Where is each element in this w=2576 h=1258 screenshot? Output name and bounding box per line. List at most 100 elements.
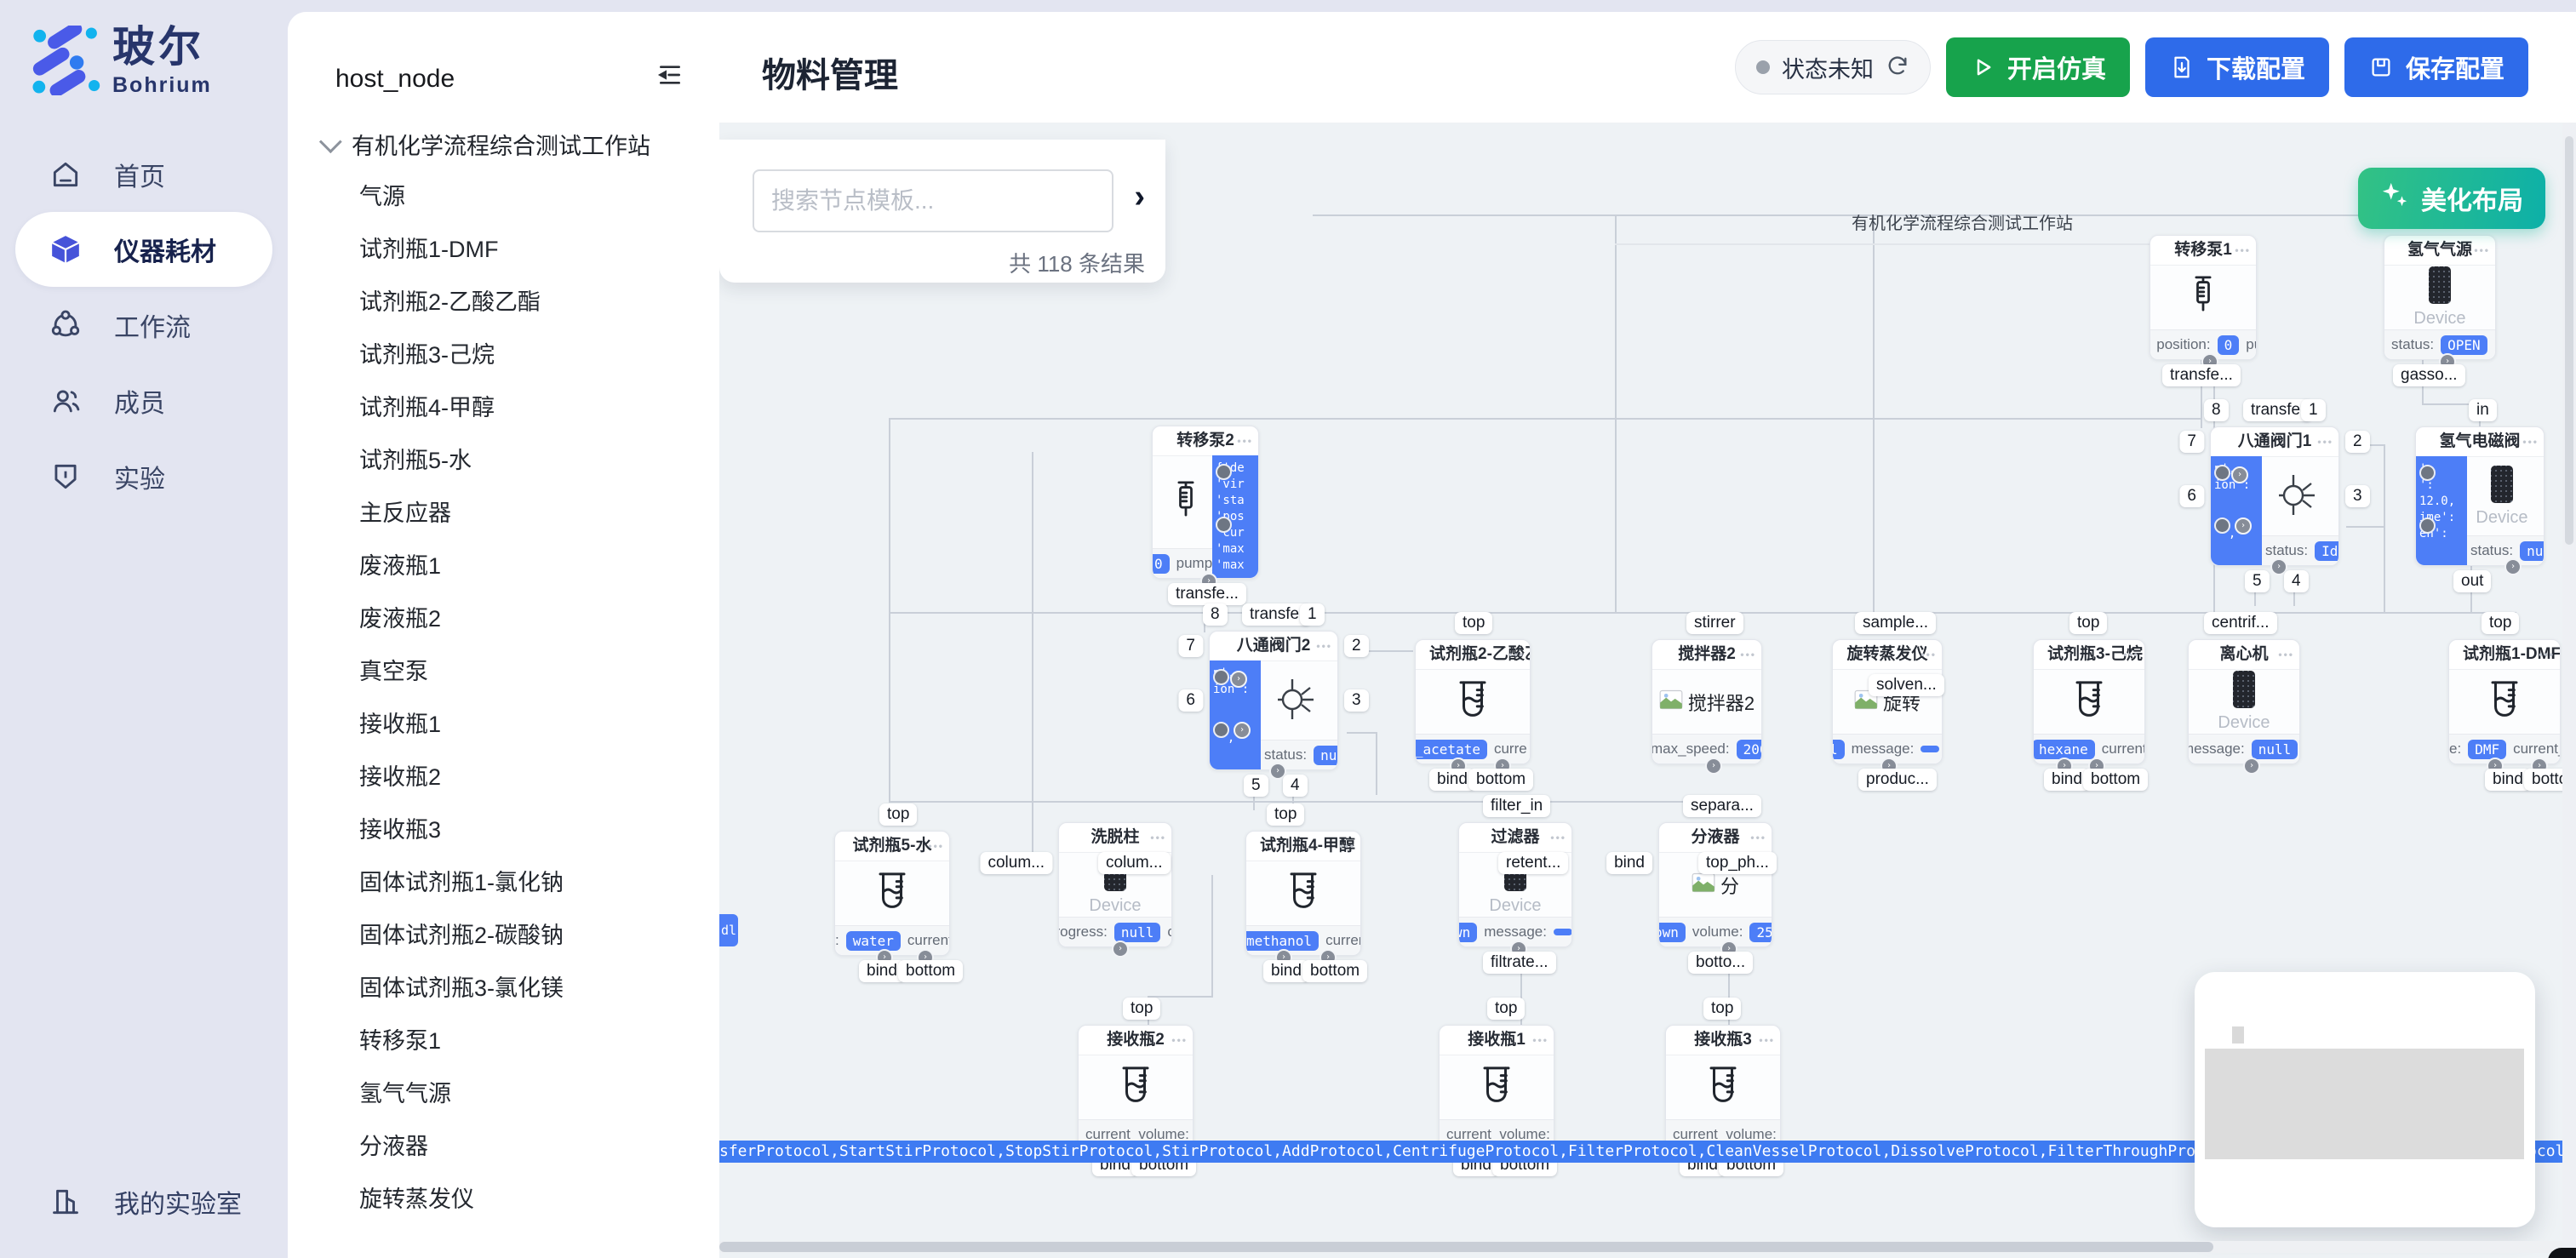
tree-item[interactable]: 主反应器 xyxy=(288,487,719,540)
port-label-1[interactable]: 1 xyxy=(2301,399,2326,421)
tree-root-node[interactable]: 有机化学流程综合测试工作站 xyxy=(320,128,650,161)
node-menu-icon[interactable]: ••• xyxy=(1339,832,1355,861)
sidebar-item-home[interactable]: 首页 xyxy=(0,136,288,212)
panel-handle-icon[interactable] xyxy=(1216,464,1232,480)
port-label-7[interactable]: 7 xyxy=(2179,431,2204,453)
graph-node[interactable]: 离心机•••Devicemessage:nullmacentrif...› xyxy=(2188,639,2300,764)
graph-node[interactable]: 接收瓶3•••current_volume:0topbindbottom›› xyxy=(1665,1025,1781,1150)
node-menu-icon[interactable]: ••• xyxy=(2278,640,2294,669)
port-label-top[interactable]: top xyxy=(1487,998,1525,1020)
tree-item[interactable]: 接收瓶2 xyxy=(288,751,719,803)
panel-handle-icon[interactable] xyxy=(2214,517,2230,534)
port-label-filterin[interactable]: filter_in xyxy=(1483,795,1550,817)
port-label-transfe[interactable]: transfe... xyxy=(2162,364,2241,386)
port-label-8[interactable]: 8 xyxy=(2204,399,2229,421)
tree-item[interactable]: 转移泵1 xyxy=(288,1015,719,1067)
port-label-1[interactable]: 1 xyxy=(1300,603,1325,626)
graph-node[interactable]: 试剂瓶1-DMF•••e:DMFcurrent_voltopbindbottom… xyxy=(2448,639,2561,764)
tree-item[interactable]: 气源 xyxy=(288,170,719,223)
graph-node[interactable]: 搅拌器2•••搅拌器2max_speed:2000stirrer› xyxy=(1652,639,1762,764)
port-handle-icon[interactable]: › xyxy=(1705,758,1722,775)
port-label-top[interactable]: top xyxy=(1267,803,1304,826)
horizontal-scrollbar[interactable] xyxy=(719,1241,2576,1253)
port-label-top[interactable]: top xyxy=(1703,998,1741,1020)
tree-item[interactable]: 固体试剂瓶1-氯化钠 xyxy=(288,856,719,909)
port-label-separa[interactable]: separa... xyxy=(1683,795,1761,817)
minimap[interactable] xyxy=(2195,972,2535,1227)
port-label-bottom[interactable]: bottom xyxy=(1302,960,1367,982)
port-label-produc[interactable]: produc... xyxy=(1858,769,1937,791)
node-menu-icon[interactable]: ••• xyxy=(2474,236,2490,265)
download-config-button[interactable]: 下载配置 xyxy=(2145,37,2329,97)
port-label-top[interactable]: top xyxy=(2482,612,2519,634)
port-label-gasso[interactable]: gasso... xyxy=(2393,364,2465,386)
graph-node[interactable]: 试剂瓶3-己烷•••hexanecurrent_vtopbindbottom›› xyxy=(2033,639,2145,764)
tree-item[interactable]: 废液瓶2 xyxy=(288,592,719,645)
tree-item[interactable]: 接收瓶1 xyxy=(288,698,719,751)
status-badge[interactable]: 状态未知 xyxy=(1735,40,1931,94)
port-handle-icon[interactable]: › xyxy=(1230,671,1247,688)
tree-item[interactable]: 废液瓶1 xyxy=(288,540,719,592)
node-menu-icon[interactable]: ••• xyxy=(1150,823,1166,852)
panel-handle-icon[interactable] xyxy=(1213,669,1229,685)
node-menu-icon[interactable]: ••• xyxy=(1550,823,1566,852)
search-submit-chevron-icon[interactable]: › xyxy=(1134,180,1145,213)
port-label-retent[interactable]: retent... xyxy=(1498,852,1568,874)
tree-item[interactable]: 旋转蒸发仪 xyxy=(288,1173,719,1226)
node-menu-icon[interactable]: ••• xyxy=(1316,632,1332,660)
node-menu-icon[interactable]: ••• xyxy=(2539,640,2555,669)
node-menu-icon[interactable]: ••• xyxy=(1750,823,1766,852)
panel-fold-icon[interactable] xyxy=(656,61,684,89)
save-config-button[interactable]: 保存配置 xyxy=(2344,37,2528,97)
port-label-7[interactable]: 7 xyxy=(1178,635,1203,657)
port-label-bottom[interactable]: bottom xyxy=(1468,769,1533,791)
vertical-scrollbar[interactable] xyxy=(2562,123,2576,1258)
port-handle-icon[interactable]: › xyxy=(2235,517,2252,535)
tree-item[interactable]: 试剂瓶3-己烷 xyxy=(288,329,719,381)
tree-item[interactable]: 接收瓶3 xyxy=(288,803,719,856)
port-label-colum[interactable]: colum... xyxy=(1098,852,1171,874)
port-label-bottom[interactable]: bottom xyxy=(898,960,963,982)
start-simulation-button[interactable]: 开启仿真 xyxy=(1946,37,2130,97)
graph-node[interactable]: 氢气电磁阀•••Device':':12.0,ime':en':status:n… xyxy=(2415,426,2545,566)
refresh-icon[interactable] xyxy=(1886,54,1909,82)
port-label-5[interactable]: 5 xyxy=(1244,775,1268,797)
port-label-2[interactable]: 2 xyxy=(1344,635,1369,657)
port-label-topph[interactable]: top_ph... xyxy=(1698,852,1777,874)
port-handle-icon[interactable]: › xyxy=(2504,558,2522,575)
port-label-sample[interactable]: sample... xyxy=(1855,612,1936,634)
brand[interactable]: 玻尔 Bohrium xyxy=(31,26,212,100)
port-label-4[interactable]: 4 xyxy=(2284,570,2309,592)
horizontal-scrollbar-thumb[interactable] xyxy=(719,1242,2213,1252)
port-label-4[interactable]: 4 xyxy=(1283,775,1308,797)
port-label-2[interactable]: 2 xyxy=(2345,431,2370,453)
graph-node[interactable]: 旋转蒸发仪•••旋转lmessage:max_sample...solven..… xyxy=(1832,639,1943,764)
port-label-solven[interactable]: solven... xyxy=(1869,674,1944,696)
node-menu-icon[interactable]: ••• xyxy=(1921,640,1937,669)
node-menu-icon[interactable]: ••• xyxy=(1532,1026,1548,1055)
panel-handle-icon[interactable] xyxy=(2214,465,2230,481)
sidebar-item-members[interactable]: 成员 xyxy=(0,363,288,438)
graph-node[interactable]: 试剂瓶2-乙酸乙酯•••hyl_acetatecurretopbindbotto… xyxy=(1415,639,1531,764)
sidebar-item-my-lab[interactable]: 我的实验室 xyxy=(0,1168,288,1236)
port-label-stirrer[interactable]: stirrer xyxy=(1686,612,1743,634)
graph-node[interactable]: 过滤器•••Devicewnmessage:mafilter_inretent.… xyxy=(1458,822,1572,947)
graph-node[interactable]: 转移泵1•••leposition:0pumtransfe...› xyxy=(2150,235,2257,360)
panel-handle-icon[interactable] xyxy=(2419,465,2436,481)
port-handle-icon[interactable]: › xyxy=(1234,722,1251,739)
sidebar-item-instruments[interactable]: 仪器耗材 xyxy=(15,212,272,287)
graph-node[interactable]: 洗脱柱•••Deviceprogress:nullcolucolum...col… xyxy=(1058,822,1172,947)
tree-item[interactable]: 氢气气源 xyxy=(288,1067,719,1120)
tree-item[interactable]: 试剂瓶2-乙酸乙酯 xyxy=(288,276,719,329)
graph-node[interactable]: 试剂瓶5-水•••:watercurrent_vtopbindbottom›› xyxy=(834,831,950,956)
port-label-botto[interactable]: botto... xyxy=(1688,952,1753,974)
beautify-layout-button[interactable]: 美化布局 xyxy=(2358,168,2545,229)
tree-item[interactable]: 试剂瓶5-水 xyxy=(288,434,719,487)
port-label-centrif[interactable]: centrif... xyxy=(2204,612,2277,634)
tree-item[interactable]: 试剂瓶4-甲醇 xyxy=(288,381,719,434)
panel-handle-icon[interactable] xyxy=(2419,517,2436,534)
graph-node[interactable]: 八通阀门2•••p',ion': ' ,status:nu8transfe.17… xyxy=(1209,631,1338,770)
panel-handle-icon[interactable] xyxy=(1213,722,1229,738)
port-label-transfe[interactable]: transfe... xyxy=(1168,583,1246,605)
node-menu-icon[interactable]: ••• xyxy=(2522,427,2539,456)
